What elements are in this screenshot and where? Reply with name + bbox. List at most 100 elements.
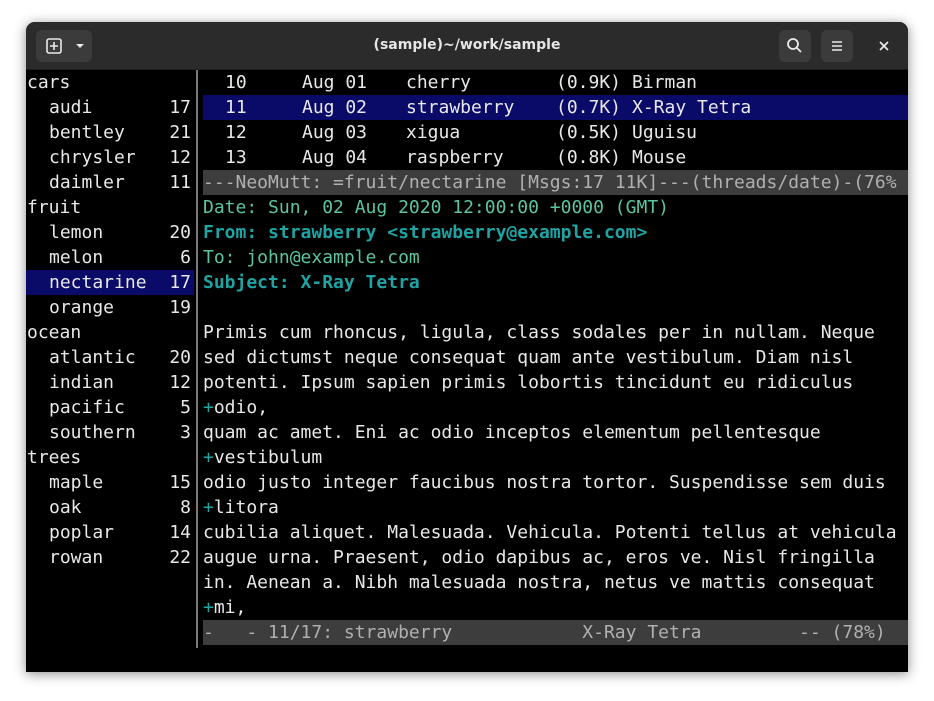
sidebar-group[interactable]: trees: [26, 445, 194, 470]
sidebar-mailbox[interactable]: daimler 11: [26, 170, 194, 195]
sidebar-mailbox[interactable]: chrysler 12: [26, 145, 194, 170]
title-bar: (sample)~/work/sample: [26, 22, 908, 70]
message-date: Aug 02: [302, 97, 368, 118]
body-line: in. Aenean a. Nibh malesuada nostra, net…: [203, 570, 875, 595]
mailbox-name: bentley: [49, 122, 125, 143]
search-button[interactable]: [779, 30, 811, 62]
body-text: Primis cum rhoncus, ligula, class sodale…: [203, 322, 875, 343]
sidebar-mailbox[interactable]: rowan 22: [26, 545, 194, 570]
sidebar-mailbox[interactable]: indian 12: [26, 370, 194, 395]
sidebar-mailbox[interactable]: audi 17: [26, 95, 194, 120]
body-text: quam ac amet. Eni ac odio inceptos eleme…: [203, 422, 821, 443]
mailbox-name: ocean: [27, 322, 82, 343]
body-line: +odio,: [203, 395, 268, 420]
sidebar-group[interactable]: ocean: [26, 320, 194, 345]
terminal-window: (sample)~/work/sample cars audi 17 bentley 2…: [26, 22, 908, 672]
header-subject: Subject: X-Ray Tetra: [203, 272, 420, 293]
header-date: Date: Sun, 02 Aug 2020 12:00:00 +0000 (G…: [203, 197, 669, 218]
mailbox-count: 11: [169, 172, 191, 193]
terminal-content[interactable]: cars audi 17 bentley 21 chrysler 12 daimler 11 fr…: [26, 70, 908, 672]
sidebar-mailbox[interactable]: melon 6: [26, 245, 194, 270]
message-size: (0.9K): [556, 72, 622, 93]
body-text: odio,: [213, 397, 269, 418]
sidebar-mailbox[interactable]: southern 3: [26, 420, 194, 445]
body-text: sed dictumst neque consequat quam ante v…: [203, 347, 854, 368]
mailbox-name: trees: [27, 447, 82, 468]
mailbox-count: 6: [180, 247, 191, 268]
sidebar-mailbox[interactable]: poplar 14: [26, 520, 194, 545]
wrap-marker: +: [203, 397, 214, 418]
index-row[interactable]: 12 Aug 03 xigua (0.5K) Uguisu: [203, 120, 908, 145]
message-subject: raspberry: [406, 147, 504, 168]
sidebar-group[interactable]: fruit: [26, 195, 194, 220]
body-text: augue urna. Praesent, odio dapibus ac, e…: [203, 547, 875, 568]
mailbox-name: daimler: [49, 172, 125, 193]
sidebar-mailbox[interactable]: maple 15: [26, 470, 194, 495]
index-row[interactable]: 13 Aug 04 raspberry (0.8K) Mouse: [203, 145, 908, 170]
mailbox-name: audi: [49, 97, 93, 118]
mailbox-name: cars: [27, 72, 71, 93]
body-line: +vestibulum: [203, 445, 322, 470]
mailbox-count: 17: [169, 272, 191, 293]
sidebar-divider: [196, 70, 198, 648]
message-date: Aug 04: [302, 147, 368, 168]
message-number: 10: [225, 72, 247, 93]
body-text: mi,: [213, 597, 247, 618]
header-from: From: strawberry <strawberry@example.com…: [203, 222, 648, 243]
mailbox-count: 17: [169, 97, 191, 118]
body-line: sed dictumst neque consequat quam ante v…: [203, 345, 853, 370]
mailbox-name: southern: [49, 422, 136, 443]
window-title: (sample)~/work/sample: [373, 37, 561, 53]
index-row[interactable]: 10 Aug 01 cherry (0.9K) Birman: [203, 70, 908, 95]
index-row[interactable]: 11 Aug 02 strawberry (0.7K) X-Ray Tetra: [203, 95, 908, 120]
body-text: potenti. Ipsum sapien primis lobortis ti…: [203, 372, 854, 393]
sidebar-mailbox[interactable]: atlantic 20: [26, 345, 194, 370]
mailbox-count: 21: [169, 122, 191, 143]
mailbox-count: 12: [169, 147, 191, 168]
mailbox-name: indian: [49, 372, 115, 393]
sidebar-mailbox[interactable]: lemon 20: [26, 220, 194, 245]
close-icon: [879, 41, 889, 51]
mailbox-name: lemon: [49, 222, 104, 243]
sidebar-mailbox[interactable]: nectarine 17: [26, 270, 194, 295]
mailbox-count: 15: [169, 472, 191, 493]
message-size: (0.8K): [556, 147, 622, 168]
mailbox-name: melon: [49, 247, 104, 268]
sidebar-group[interactable]: cars: [26, 70, 194, 95]
message-date: Aug 03: [302, 122, 368, 143]
message-from: Birman: [632, 72, 698, 93]
body-line: potenti. Ipsum sapien primis lobortis ti…: [203, 370, 853, 395]
mailbox-name: poplar: [49, 522, 115, 543]
menu-button[interactable]: [821, 30, 853, 62]
mailbox-count: 14: [169, 522, 191, 543]
mailbox-name: chrysler: [49, 147, 136, 168]
wrap-marker: +: [203, 497, 214, 518]
message-number: 12: [225, 122, 247, 143]
message-date: Aug 01: [302, 72, 368, 93]
body-line: +mi,: [203, 595, 246, 620]
close-button[interactable]: [868, 30, 900, 62]
message-subject: xigua: [406, 122, 461, 143]
wrap-marker: +: [203, 447, 214, 468]
body-line: Primis cum rhoncus, ligula, class sodale…: [203, 320, 875, 345]
body-line: augue urna. Praesent, odio dapibus ac, e…: [203, 545, 875, 570]
sidebar-mailbox[interactable]: pacific 5: [26, 395, 194, 420]
sidebar-mailbox[interactable]: bentley 21: [26, 120, 194, 145]
message-from: Uguisu: [632, 122, 698, 143]
message-number: 13: [225, 147, 247, 168]
body-line: +litora: [203, 495, 279, 520]
body-text: litora: [213, 497, 279, 518]
mailbox-name: pacific: [49, 397, 125, 418]
mailbox-count: 22: [169, 547, 191, 568]
message-from: X-Ray Tetra: [632, 97, 752, 118]
pager-status-bar: - - 11/17: strawberry X-Ray Tetra -- (78…: [203, 620, 908, 645]
mailbox-name: rowan: [49, 547, 104, 568]
message-subject: cherry: [406, 72, 472, 93]
sidebar-mailbox[interactable]: oak 8: [26, 495, 194, 520]
mailbox-count: 3: [180, 422, 191, 443]
message-from: Mouse: [632, 147, 687, 168]
sidebar-mailbox[interactable]: orange 19: [26, 295, 194, 320]
message-number: 11: [225, 97, 247, 118]
mailbox-name: atlantic: [49, 347, 136, 368]
mailbox-count: 19: [169, 297, 191, 318]
